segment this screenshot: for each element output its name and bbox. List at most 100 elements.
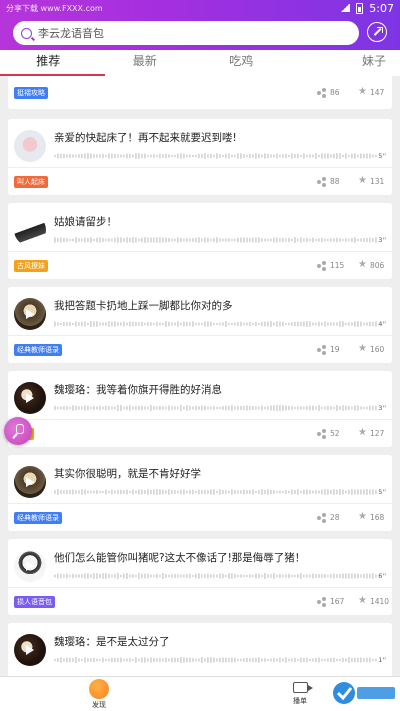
share-count[interactable]: 52 [317,429,340,439]
waveform-bar [339,658,341,662]
waveform-bar [180,322,182,326]
search-input[interactable]: 李云龙语音包 [13,21,359,45]
play-icon[interactable] [26,393,34,403]
waveform-bar [156,658,158,662]
waveform-bar [273,490,275,494]
voice-card[interactable]: 姑娘请留步！ 3'' 古风撩妹 115 ★ 806 [8,203,392,279]
voice-card[interactable]: 亲爱的快起床了！再不起来就要迟到喽! 5'' 叫人起床 88 ★ 131 [8,119,392,195]
waveform-bar [84,489,86,495]
waveform-bar [351,237,353,243]
waveform-bar [84,153,86,159]
waveform-bar [156,573,158,579]
waveform-bar [342,321,344,327]
like-count[interactable]: ★ 168 [358,512,384,522]
waveform-bar [204,405,206,411]
like-count-value: 1410 [369,596,390,606]
share-count[interactable]: 19 [317,345,340,355]
waveform-bar [333,573,335,579]
waveform-bar [159,237,161,243]
play-icon[interactable] [26,309,34,319]
nav-discover[interactable]: 发现 [82,677,116,710]
share-count[interactable]: 167 [317,597,344,607]
category-tag[interactable]: 损人语音包 [14,596,55,608]
play-icon[interactable] [26,645,34,655]
waveform-bar [225,405,227,411]
waveform-bar [231,238,233,242]
voice-card[interactable]: 挺褶攻略 86 ★ 147 [8,76,392,109]
tab-latest[interactable]: 最新 [97,50,194,76]
waveform-bar [126,573,128,579]
waveform-bar [294,154,296,158]
category-tag[interactable]: 叫人起床 [14,176,48,188]
waveform-bar [141,573,143,579]
waveform-bar [306,237,308,243]
waveform-bar [159,658,161,662]
waveform-bar [294,406,296,410]
waveform-bar [93,238,95,242]
like-count[interactable]: ★ 160 [358,344,384,354]
like-count[interactable]: ★ 127 [358,428,384,438]
share-icon [317,513,327,523]
like-count[interactable]: ★ 147 [358,87,384,97]
nav-playlist[interactable]: 播单 [286,677,314,706]
tab-chicken[interactable]: 吃鸡 [193,50,290,76]
tab-girls[interactable]: 妹子 [290,50,400,76]
like-count[interactable]: ★ 1410 [358,596,389,606]
share-icon [317,261,327,271]
waveform-bar [345,405,347,411]
star-icon: ★ [358,595,367,606]
waveform-bar [288,154,290,158]
waveform-bar [312,658,314,662]
share-count-value: 19 [330,345,340,354]
discover-ball-icon [89,679,109,699]
waveform-bar [330,238,332,242]
waveform-bar [138,153,140,159]
waveform-bar [306,489,308,495]
category-tag[interactable]: 古风撩妹 [14,260,48,272]
waveform-bar [369,237,371,243]
waveform-bar [366,237,368,243]
waveform-bar [255,657,257,663]
like-count[interactable]: ★ 806 [358,260,384,270]
waveform-bar [162,573,164,579]
waveform-bar [192,321,194,327]
divider [8,587,392,588]
star-icon: ★ [358,259,367,270]
waveform-bar [210,657,212,663]
waveform-bar [144,153,146,159]
share-count[interactable]: 28 [317,513,340,523]
waveform-bar [141,321,143,327]
waveform-bar [213,657,215,663]
like-count[interactable]: ★ 131 [358,176,384,186]
voice-card[interactable]: 我把答题卡扔地上踩一脚都比你对的多 4'' 经典教师语录 19 ★ 160 [8,287,392,363]
waveform-bar [159,489,161,495]
waveform-bar [180,489,182,495]
duration: 3'' [378,404,386,412]
play-icon[interactable] [26,561,34,571]
play-icon[interactable] [26,477,34,487]
share-count[interactable]: 88 [317,177,340,187]
waveform-bar [261,321,263,327]
category-tag[interactable]: 经典教师语录 [14,344,62,356]
record-mic-button[interactable] [4,417,32,445]
share-count[interactable]: 115 [317,261,344,271]
voice-card[interactable]: 魏璎珞：我等着你旗开得胜的好消息3''攻略52★127 [8,371,392,447]
waveform-bar [123,658,125,662]
voice-card[interactable]: 其实你很聪明，就是不肯好好学 5'' 经典教师语录 28 ★ 168 [8,455,392,531]
waveform-bar [111,657,113,663]
voice-card[interactable]: 魏璎珞：是不是太过分了 1'' [8,623,392,676]
voice-card[interactable]: 他们怎么能管你叫猪呢?这太不像话了!那是侮辱了猪！ 6'' 损人语音包 167 ★ 141… [8,539,392,615]
waveform-bar [144,406,146,410]
waveform-bar [198,153,200,159]
waveform-bar [75,574,77,578]
category-tag[interactable]: 挺褶攻略 [14,87,48,99]
share-count[interactable]: 86 [317,88,340,98]
waveform-bar [330,573,332,579]
waveform-bar [108,321,110,327]
waveform-bar [246,490,248,494]
category-tag[interactable]: 经典教师语录 [14,512,62,524]
waveform-bar [234,406,236,410]
share-icon[interactable] [367,22,387,42]
waveform-bar [306,321,308,327]
tab-recommend[interactable]: 推荐 [0,50,104,76]
